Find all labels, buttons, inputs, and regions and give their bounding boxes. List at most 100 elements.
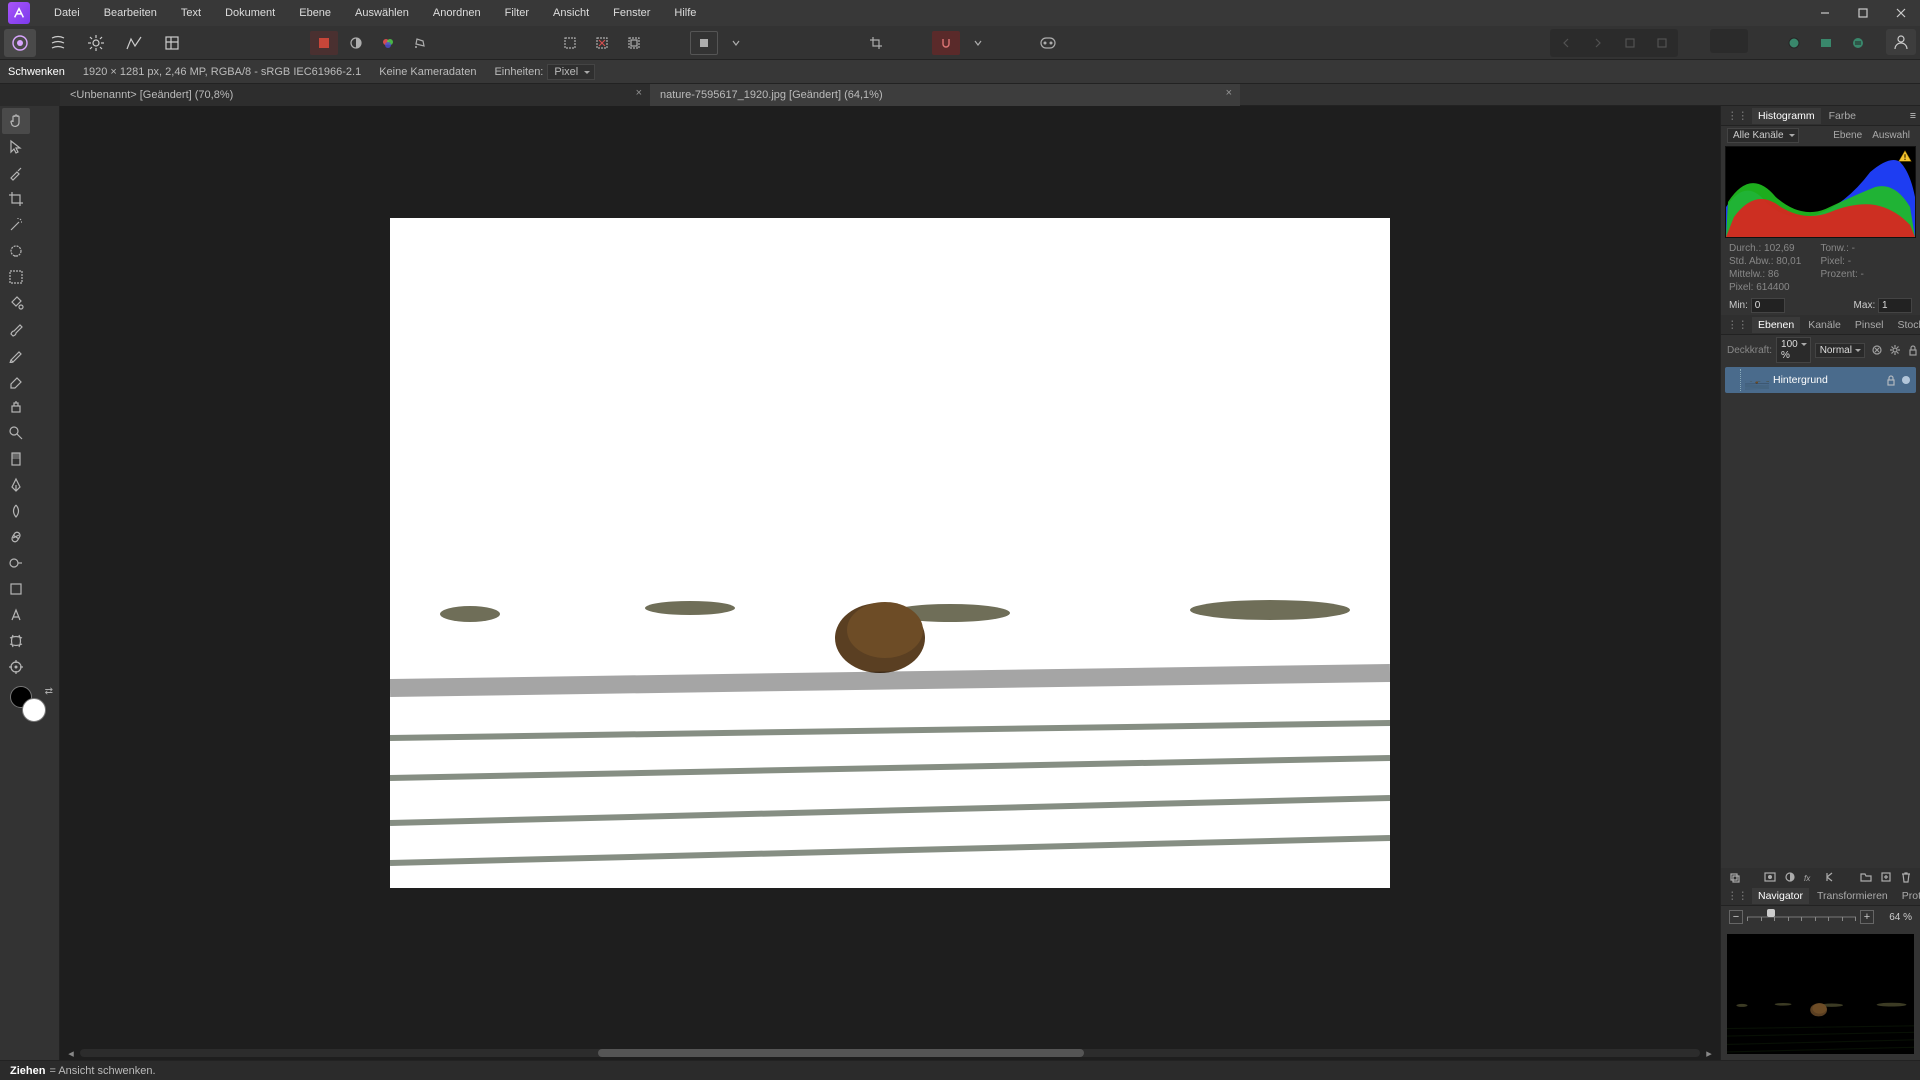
btn-sel-all[interactable]	[556, 31, 584, 55]
layer-folder-icon[interactable]	[1858, 870, 1874, 884]
btn-autocontrast[interactable]	[342, 31, 370, 55]
tool-eraser[interactable]	[2, 368, 30, 394]
btn-autowhite[interactable]	[374, 31, 402, 55]
btn-store-1[interactable]	[1780, 31, 1808, 55]
btn-quickmask[interactable]	[690, 31, 718, 55]
persona-export[interactable]	[156, 29, 188, 57]
btn-snapping-dd[interactable]	[964, 31, 992, 55]
min-input[interactable]	[1751, 298, 1785, 313]
tool-crop[interactable]	[2, 186, 30, 212]
btn-autocolor[interactable]	[310, 31, 338, 55]
tool-clone[interactable]	[2, 394, 30, 420]
btn-store-3[interactable]	[1844, 31, 1872, 55]
histogram-act-auswahl[interactable]: Auswahl	[1868, 129, 1914, 142]
menu-bearbeiten[interactable]: Bearbeiten	[92, 0, 169, 26]
tab-transformieren[interactable]: Transformieren	[1811, 888, 1894, 904]
persona-photo[interactable]	[4, 29, 36, 57]
layer-name[interactable]: Hintergrund	[1773, 374, 1828, 386]
account-button[interactable]	[1886, 29, 1916, 55]
hscroll-thumb[interactable]	[598, 1049, 1084, 1057]
doc-tab-1[interactable]: nature-7595617_1920.jpg [Geändert] (64,1…	[650, 84, 1240, 106]
layer-gear-icon[interactable]	[1889, 343, 1901, 357]
tool-blur[interactable]	[2, 498, 30, 524]
btn-sel-invert[interactable]	[620, 31, 648, 55]
layer-mask-icon[interactable]	[1762, 870, 1778, 884]
layer-lock-icon[interactable]	[1907, 343, 1919, 357]
tab-pinsel[interactable]: Pinsel	[1849, 317, 1890, 333]
tool-move[interactable]	[2, 134, 30, 160]
tool-flood-fill[interactable]	[2, 290, 30, 316]
btn-arr-3[interactable]	[1616, 31, 1644, 55]
units-dropdown[interactable]: Pixel	[547, 64, 595, 80]
tool-color-picker[interactable]	[2, 160, 30, 186]
tool-wand[interactable]	[2, 212, 30, 238]
tool-pen[interactable]	[2, 472, 30, 498]
color-swap-icon[interactable]: ⇄	[45, 686, 53, 697]
tool-hand[interactable]	[2, 108, 30, 134]
menu-datei[interactable]: Datei	[42, 0, 92, 26]
tool-marquee[interactable]	[2, 264, 30, 290]
layer-fx-icon[interactable]	[1871, 343, 1883, 357]
doc-tab-0[interactable]: <Unbenannt> [Geändert] (70,8%) ×	[60, 84, 650, 106]
layer-adjust-icon[interactable]	[1782, 870, 1798, 884]
layer-lock-mini-icon[interactable]	[1885, 374, 1897, 386]
layer-fx2-icon[interactable]: fx	[1802, 870, 1818, 884]
btn-arr-back[interactable]	[1552, 31, 1580, 55]
btn-autolevels[interactable]	[406, 31, 434, 55]
menu-hilfe[interactable]: Hilfe	[662, 0, 708, 26]
btn-quickmask-dd[interactable]	[722, 31, 750, 55]
doc-tab-0-close[interactable]: ×	[636, 87, 642, 99]
persona-develop[interactable]	[80, 29, 112, 57]
layer-row-0[interactable]: Hintergrund	[1725, 367, 1916, 393]
btn-sel-deselect[interactable]	[588, 31, 616, 55]
zoom-slider[interactable]	[1747, 912, 1856, 922]
tool-text[interactable]	[2, 602, 30, 628]
opacity-dd[interactable]: 100 %	[1776, 337, 1811, 363]
layer-live-icon[interactable]	[1822, 870, 1838, 884]
tool-target[interactable]	[2, 654, 30, 680]
tab-stock[interactable]: Stock	[1892, 317, 1920, 333]
tab-kanaele[interactable]: Kanäle	[1802, 317, 1847, 333]
histogram-channel-dd[interactable]: Alle Kanäle	[1727, 128, 1799, 143]
tool-dodge[interactable]	[2, 550, 30, 576]
persona-liquify[interactable]	[42, 29, 74, 57]
tool-gradient[interactable]	[2, 446, 30, 472]
btn-crop-toggle[interactable]	[862, 31, 890, 55]
max-input[interactable]	[1878, 298, 1912, 313]
layer-merge-icon[interactable]	[1727, 870, 1743, 884]
persona-tone-mapping[interactable]	[118, 29, 150, 57]
color-front[interactable]	[22, 698, 46, 722]
tab-protokoll[interactable]: Protokoll	[1896, 888, 1920, 904]
layer-delete-icon[interactable]	[1898, 870, 1914, 884]
tab-ebenen[interactable]: Ebenen	[1752, 317, 1800, 333]
tab-farbe[interactable]: Farbe	[1823, 108, 1862, 124]
navigator-preview[interactable]	[1727, 934, 1914, 1054]
btn-store-2[interactable]	[1812, 31, 1840, 55]
menu-text[interactable]: Text	[169, 0, 213, 26]
btn-assistant[interactable]	[1034, 31, 1062, 55]
doc-tab-1-close[interactable]: ×	[1226, 87, 1232, 99]
document-canvas[interactable]	[390, 218, 1390, 888]
tool-zoom[interactable]	[2, 420, 30, 446]
tab-histogramm[interactable]: Histogramm	[1752, 108, 1821, 124]
zoom-percent[interactable]: 64 %	[1878, 912, 1912, 923]
color-swatch[interactable]: ⇄	[10, 686, 49, 726]
tool-healing[interactable]	[2, 524, 30, 550]
hscroll-left[interactable]: ◂	[66, 1047, 76, 1060]
layer-add-icon[interactable]	[1878, 870, 1894, 884]
histogram-act-ebene[interactable]: Ebene	[1829, 129, 1866, 142]
menu-fenster[interactable]: Fenster	[601, 0, 662, 26]
btn-snapping[interactable]	[932, 31, 960, 55]
tool-mesh[interactable]	[2, 628, 30, 654]
window-minimize[interactable]	[1806, 0, 1844, 26]
zoom-out-button[interactable]: −	[1729, 910, 1743, 924]
layer-checkbox[interactable]	[1729, 369, 1741, 391]
hscroll-right[interactable]: ▸	[1704, 1047, 1714, 1060]
menu-anordnen[interactable]: Anordnen	[421, 0, 493, 26]
btn-arr-fwd[interactable]	[1584, 31, 1612, 55]
hscrollbar[interactable]: ◂ ▸	[66, 1048, 1714, 1058]
histogram-panel-menu[interactable]: ≡	[1910, 110, 1916, 122]
menu-ebene[interactable]: Ebene	[287, 0, 343, 26]
window-close[interactable]	[1882, 0, 1920, 26]
canvas-area[interactable]: ◂ ▸	[60, 106, 1720, 1060]
